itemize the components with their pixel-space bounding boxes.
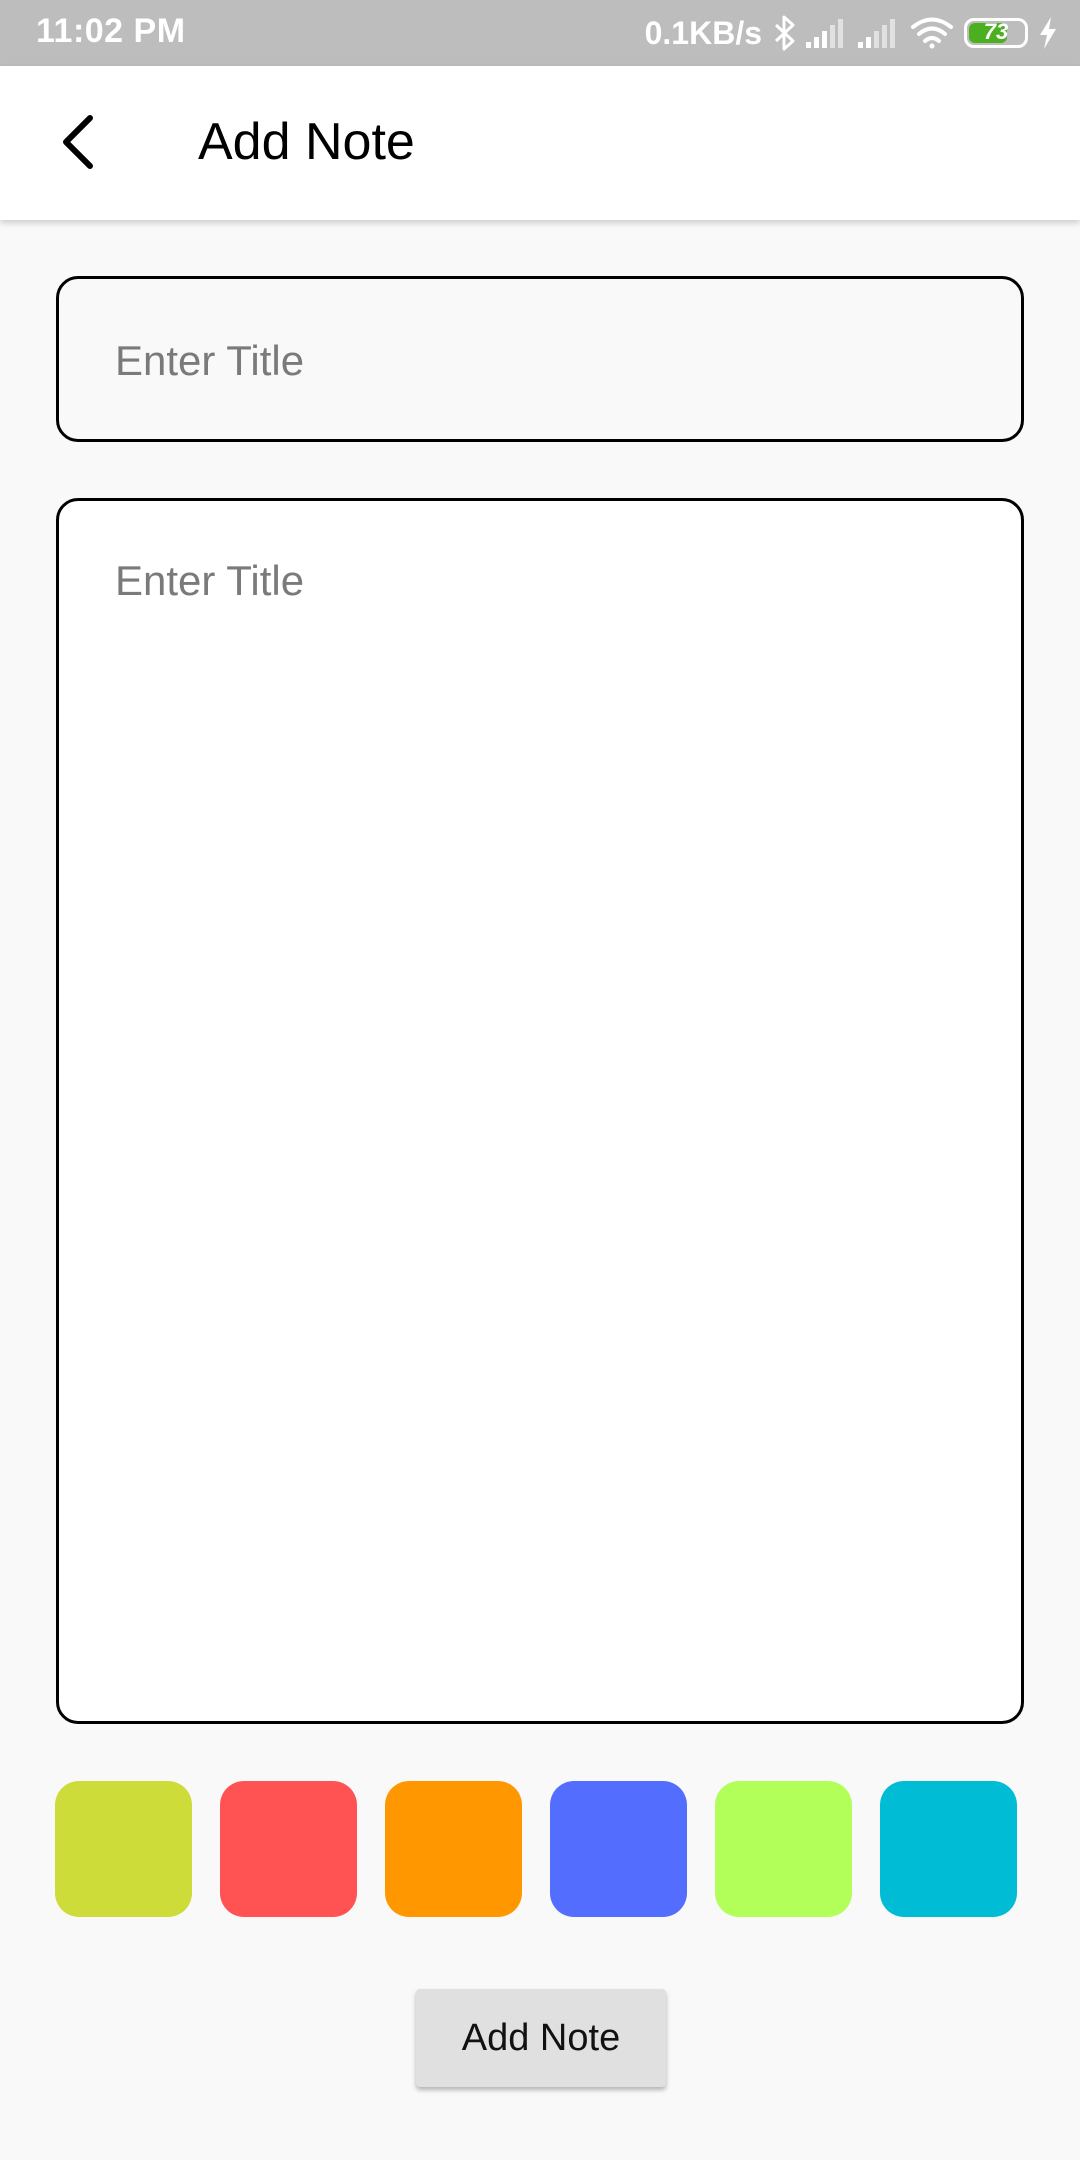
chevron-left-icon [63, 115, 93, 169]
title-placeholder: Enter Title [115, 337, 305, 384]
status-bar: 11:02 PM 0.1KB/s 73 [0, 0, 1080, 66]
signal-icon [858, 18, 900, 48]
color-swatch-red[interactable] [220, 1781, 357, 1917]
wifi-icon [910, 16, 954, 50]
color-swatch-cyan[interactable] [880, 1781, 1017, 1917]
battery-icon: 73 [964, 18, 1028, 48]
color-swatch-light-green[interactable] [715, 1781, 852, 1917]
app-bar: Add Note [0, 66, 1080, 220]
title-input[interactable]: Enter Title [56, 276, 1024, 442]
body-placeholder: Enter Title [115, 557, 305, 604]
status-icons: 0.1KB/s 73 [645, 10, 1058, 56]
add-note-button[interactable]: Add Note [416, 1989, 666, 2087]
body-input[interactable]: Enter Title [56, 498, 1024, 1724]
signal-icon [806, 18, 848, 48]
color-swatch-indigo[interactable] [550, 1781, 687, 1917]
color-picker [55, 1781, 1017, 1917]
color-swatch-orange[interactable] [385, 1781, 522, 1917]
charging-icon [1038, 17, 1058, 49]
bluetooth-icon [774, 15, 796, 51]
color-swatch-lime[interactable] [55, 1781, 192, 1917]
battery-level: 73 [983, 19, 1009, 44]
back-button[interactable] [40, 102, 120, 182]
status-time: 11:02 PM [36, 12, 186, 50]
page-title: Add Note [198, 113, 415, 171]
network-speed: 0.1KB/s [644, 14, 762, 51]
